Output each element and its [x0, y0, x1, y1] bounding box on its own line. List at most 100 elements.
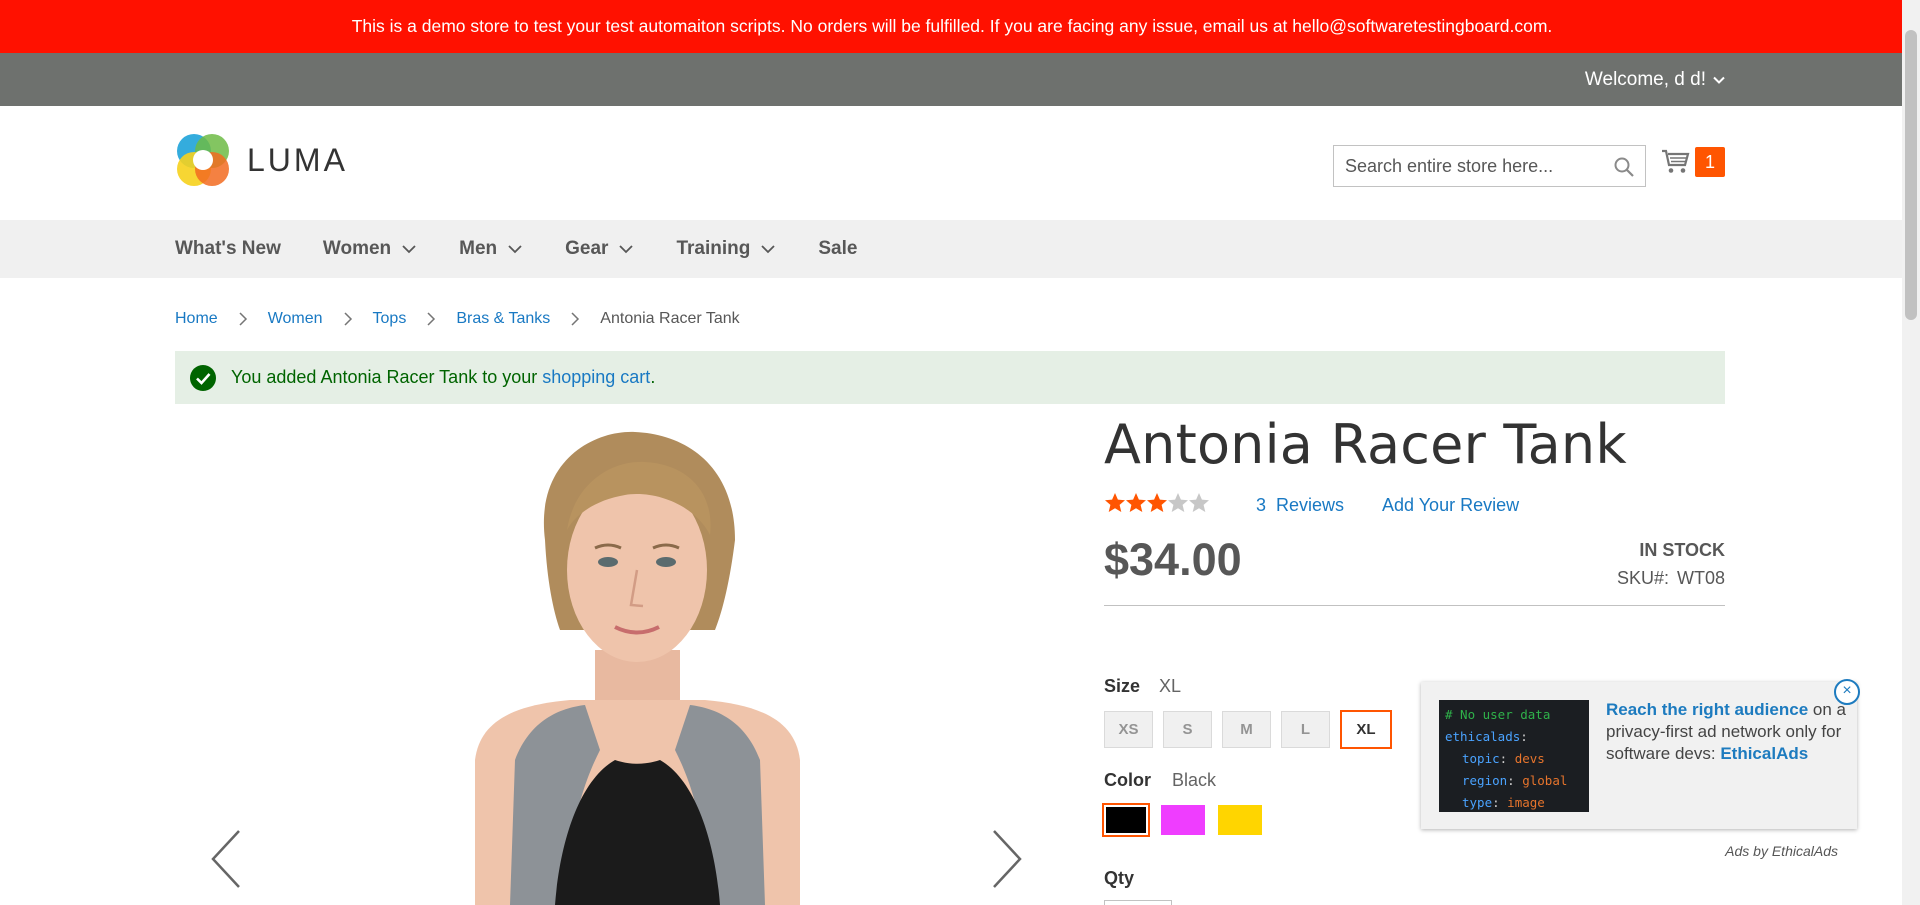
cart-count-badge: 1 — [1695, 147, 1725, 177]
reviews-label: Reviews — [1276, 495, 1345, 515]
ad-code-value: image — [1507, 795, 1545, 810]
page-scrollbar[interactable] — [1902, 0, 1920, 905]
search-input[interactable] — [1334, 146, 1645, 186]
ad-code-value: global — [1522, 773, 1568, 788]
reviews-count: 3 — [1256, 495, 1267, 515]
nav-item-whats-new[interactable]: What's New — [175, 238, 281, 260]
ad-code-key: type — [1462, 795, 1493, 810]
ad-headline: Reach the right audience — [1606, 700, 1809, 719]
chevron-down-icon — [761, 245, 775, 254]
demo-notice-bar: This is a demo store to test your test a… — [0, 0, 1920, 53]
ethicalads-banner[interactable]: # No user data ethicalads: topic: devs r… — [1421, 682, 1857, 829]
chevron-right-icon — [427, 312, 436, 326]
color-label: Color — [1104, 770, 1151, 790]
luma-logo[interactable]: LUMA — [175, 132, 348, 188]
nav-item-label: Men — [459, 238, 498, 259]
nav-item-men[interactable]: Men — [459, 238, 523, 260]
ad-code-comment: # No user data — [1445, 707, 1551, 722]
logo-text: LUMA — [247, 141, 348, 178]
size-selected-value: XL — [1159, 676, 1182, 696]
ad-code-key: region — [1462, 773, 1508, 788]
luma-logo-icon — [177, 134, 229, 186]
breadcrumb-home[interactable]: Home — [175, 310, 218, 328]
nav-item-sale[interactable]: Sale — [818, 238, 857, 260]
product-image — [175, 420, 1045, 905]
stock-status: In stock — [1639, 540, 1725, 560]
welcome-text: Welcome, d d! — [1584, 68, 1706, 90]
qty-label: Qty — [1104, 868, 1135, 888]
minicart[interactable]: 1 — [1661, 147, 1725, 177]
cart-icon — [1662, 149, 1690, 173]
color-swatch-yellow[interactable] — [1218, 805, 1262, 835]
search-box — [1333, 145, 1646, 187]
nav-item-label: Sale — [818, 238, 858, 259]
breadcrumb-tops[interactable]: Tops — [373, 310, 407, 328]
ad-code-value: devs — [1514, 751, 1545, 766]
demo-notice-text: This is a demo store to test your test a… — [351, 16, 1553, 36]
nav-item-women[interactable]: Women — [323, 238, 417, 260]
product-title: Antonia Racer Tank — [1104, 413, 1627, 476]
size-option-m[interactable]: M — [1222, 711, 1271, 748]
ad-close-button[interactable]: × — [1834, 679, 1860, 705]
size-option-l[interactable]: L — [1281, 711, 1330, 748]
reviews-link[interactable]: 3 Reviews — [1256, 495, 1344, 516]
chevron-right-icon — [344, 312, 352, 326]
product-sku: SKU#: WT08 — [1617, 568, 1725, 589]
shopping-cart-link[interactable]: shopping cart — [542, 367, 650, 388]
ad-code-key: topic — [1462, 751, 1500, 766]
chevron-down-icon — [508, 245, 522, 254]
scrollbar-thumb[interactable] — [1905, 30, 1917, 320]
chevron-down-icon — [402, 245, 416, 254]
breadcrumb-bras-tanks[interactable]: Bras & Tanks — [456, 310, 550, 328]
breadcrumb-current: Antonia Racer Tank — [600, 310, 740, 327]
chevron-down-icon — [1713, 76, 1725, 84]
ad-text[interactable]: Reach the right audience on a privacy-fi… — [1606, 699, 1846, 765]
ad-code-image: # No user data ethicalads: topic: devs r… — [1439, 700, 1589, 812]
size-option-s[interactable]: S — [1163, 711, 1212, 748]
size-option-xl[interactable]: XL — [1340, 710, 1392, 749]
chevron-right-icon — [239, 312, 247, 326]
color-swatch-black[interactable] — [1102, 803, 1150, 837]
search-icon[interactable] — [1613, 156, 1635, 178]
color-options — [1102, 803, 1262, 837]
nav-item-gear[interactable]: Gear — [565, 238, 634, 260]
size-option-xs[interactable]: XS — [1104, 711, 1153, 748]
divider — [1104, 605, 1725, 606]
size-options: XS S M L XL — [1104, 710, 1392, 749]
star-filled-icon — [1147, 493, 1167, 512]
product-rating — [1104, 492, 1209, 514]
color-swatch-purple[interactable] — [1161, 805, 1205, 835]
star-filled-icon — [1126, 493, 1146, 512]
success-message: You added Antonia Racer Tank to your sho… — [175, 351, 1725, 404]
message-text: You added Antonia Racer Tank to your — [231, 367, 543, 387]
breadcrumb: Home Women Tops Bras & Tanks Antonia Rac… — [175, 310, 740, 328]
color-selected-value: Black — [1172, 770, 1217, 790]
product-price: $34.00 — [1104, 534, 1242, 585]
sku-value: WT08 — [1676, 568, 1725, 588]
star-empty-icon — [1168, 493, 1188, 512]
ad-brand: EthicalAds — [1720, 744, 1809, 763]
gallery-prev-arrow-icon[interactable] — [209, 829, 243, 889]
breadcrumb-women[interactable]: Women — [268, 310, 323, 328]
star-empty-icon — [1189, 493, 1209, 512]
nav-item-label: Gear — [565, 238, 609, 259]
main-navigation: What's New Women Men Gear Training Sale — [0, 220, 1920, 278]
ad-attribution[interactable]: Ads by EthicalAds — [1725, 843, 1838, 859]
gallery-next-arrow-icon[interactable] — [990, 829, 1024, 889]
chevron-down-icon — [619, 245, 634, 254]
welcome-menu[interactable]: Welcome, d d! — [1585, 53, 1726, 106]
star-filled-icon — [1105, 493, 1125, 512]
site-header: LUMA 1 — [0, 106, 1920, 220]
nav-item-label: Women — [322, 238, 392, 259]
chevron-right-icon — [571, 312, 580, 326]
sku-label: SKU#: — [1616, 568, 1669, 588]
message-text-end: . — [650, 367, 656, 387]
product-gallery[interactable] — [175, 420, 1045, 905]
top-bar: Welcome, d d! — [0, 53, 1920, 106]
qty-input[interactable] — [1104, 900, 1172, 905]
size-label: Size — [1104, 676, 1141, 696]
nav-item-training[interactable]: Training — [676, 238, 776, 260]
nav-item-label: What's New — [175, 238, 281, 259]
add-review-link[interactable]: Add Your Review — [1382, 495, 1519, 516]
ad-code-root: ethicalads — [1445, 729, 1521, 744]
